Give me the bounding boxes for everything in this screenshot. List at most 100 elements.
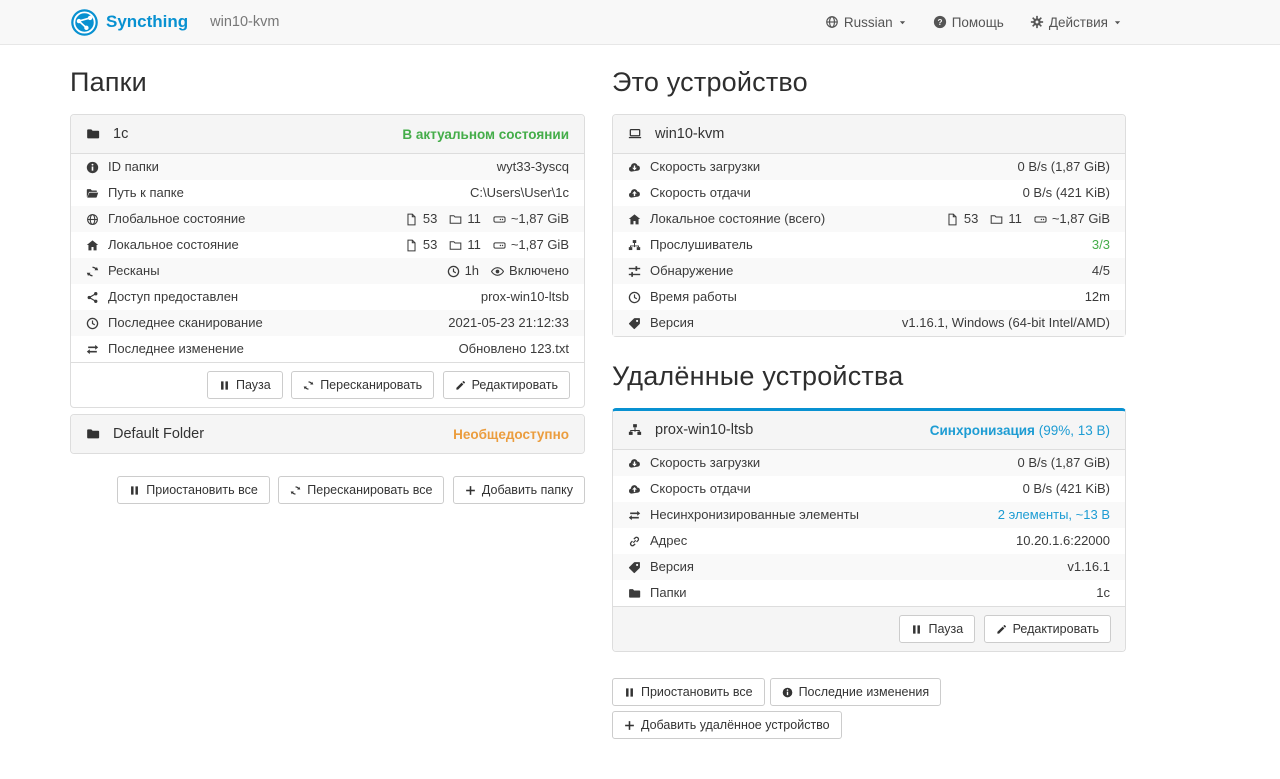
clock-icon (628, 291, 641, 304)
row-label: Адрес (650, 532, 687, 550)
row-value: 0 B/s (421 KiB) (1023, 184, 1110, 202)
pause-icon (129, 485, 140, 496)
clock-icon (86, 317, 99, 330)
edit-device-button[interactable]: Редактировать (984, 615, 1111, 643)
sitemap-icon (628, 423, 642, 437)
row-value: 0 B/s (421 KiB) (1023, 480, 1110, 498)
chevron-down-icon (1113, 18, 1122, 27)
eye-icon (491, 265, 504, 278)
this-device-header[interactable]: win10-kvm (613, 115, 1125, 153)
edit-button[interactable]: Редактировать (443, 371, 570, 399)
pause-button[interactable]: Пауза (207, 371, 283, 399)
globe-icon (86, 213, 99, 226)
device-name: prox-win10-ltsb (655, 422, 753, 438)
info-circle-icon (782, 687, 793, 698)
device-status-badge: Синхронизация (99%, 13 B) (930, 423, 1110, 438)
table-row: Версия v1.16.1, Windows (64-bit Intel/AM… (613, 310, 1125, 336)
row-value: 3/3 (1092, 236, 1110, 254)
remote-device-panel: prox-win10-ltsb Синхронизация (99%, 13 B… (612, 408, 1126, 652)
folders-heading: Папки (70, 67, 585, 98)
row-label: Локальное состояние (всего) (650, 210, 825, 228)
pencil-icon (455, 380, 466, 391)
table-row: Скорость загрузки 0 B/s (1,87 GiB) (613, 154, 1125, 180)
row-label: Скорость отдачи (650, 480, 751, 498)
refresh-icon (303, 380, 314, 391)
row-value: 12m (1085, 288, 1110, 306)
row-label: Последнее изменение (108, 340, 244, 358)
row-label: Путь к папке (108, 184, 184, 202)
recent-changes-button[interactable]: Последние изменения (770, 678, 942, 706)
row-label: Время работы (650, 288, 737, 306)
cloud-download-icon (628, 161, 641, 174)
folder-icon (86, 127, 100, 141)
row-value: C:\Users\User\1c (470, 184, 569, 202)
out-of-sync-items-link[interactable]: 2 элементы, ~13 B (998, 506, 1110, 524)
folder-panel-1c: 1c В актуальном состоянии ID папки wyt33… (70, 114, 585, 408)
globe-icon (825, 15, 839, 29)
hdd-icon (493, 239, 506, 252)
rescan-button[interactable]: Пересканировать (291, 371, 434, 399)
table-row: Папки 1c (613, 580, 1125, 606)
folder-default-header[interactable]: Default Folder Необщедоступно (71, 415, 584, 453)
remote-devices-heading: Удалённые устройства (612, 361, 1126, 392)
pause-all-folders-button[interactable]: Приостановить все (117, 476, 270, 504)
add-remote-device-button[interactable]: Добавить удалённое устройство (612, 711, 842, 739)
help-menu[interactable]: Помощь (933, 15, 1004, 30)
row-value: 53 11 ~1,87 GiB (405, 210, 569, 228)
navbar: Syncthing win10-kvm Russian Помощь Дейст… (0, 0, 1280, 45)
gear-icon (1030, 15, 1044, 29)
row-value: v1.16.1, Windows (64-bit Intel/AMD) (902, 314, 1110, 332)
pause-all-devices-button[interactable]: Приостановить все (612, 678, 765, 706)
folder-open-icon (86, 187, 99, 200)
table-row: Обнаружение 4/5 (613, 258, 1125, 284)
folder-status-badge: В актуальном состоянии (402, 127, 569, 142)
language-menu[interactable]: Russian (825, 15, 907, 30)
row-value: 4/5 (1092, 262, 1110, 280)
pause-icon (911, 624, 922, 635)
folder-1c-header[interactable]: 1c В актуальном состоянии (71, 115, 584, 153)
table-row: Скорость отдачи 0 B/s (421 KiB) (613, 180, 1125, 206)
hdd-icon (493, 213, 506, 226)
tag-icon (628, 561, 641, 574)
folder-status-badge: Необщедоступно (453, 427, 569, 442)
row-label: Скорость загрузки (650, 454, 760, 472)
row-value: 10.20.1.6:22000 (1016, 532, 1110, 550)
syncthing-brand[interactable]: Syncthing (70, 8, 188, 37)
cloud-upload-icon (628, 483, 641, 496)
remote-device-header[interactable]: prox-win10-ltsb Синхронизация (99%, 13 B… (613, 411, 1125, 449)
row-label: Папки (650, 584, 687, 602)
row-label: Скорость отдачи (650, 184, 751, 202)
actions-menu[interactable]: Действия (1030, 15, 1122, 30)
row-value: Обновлено 123.txt (459, 340, 569, 358)
table-row: Время работы 12m (613, 284, 1125, 310)
add-folder-button[interactable]: Добавить папку (453, 476, 585, 504)
table-row: ID папки wyt33-3yscq (71, 154, 584, 180)
table-row: Локальное состояние (всего) 53 11 ~1,87 … (613, 206, 1125, 232)
chevron-down-icon (898, 18, 907, 27)
file-icon (946, 213, 959, 226)
folder-icon (86, 427, 100, 441)
home-icon (628, 213, 641, 226)
exchange-icon (628, 509, 641, 522)
folders-column: Папки 1c В актуальном состоянии ID папки… (70, 67, 585, 739)
this-device-heading: Это устройство (612, 67, 1126, 98)
row-label: ID папки (108, 158, 159, 176)
refresh-icon (86, 265, 99, 278)
sitemap-icon (628, 239, 641, 252)
device-name: win10-kvm (655, 126, 724, 142)
row-value: 53 11 ~1,87 GiB (405, 236, 569, 254)
pause-device-button[interactable]: Пауза (899, 615, 975, 643)
row-value: 2021-05-23 21:12:33 (448, 314, 569, 332)
navbar-device-title: win10-kvm (210, 14, 279, 30)
row-value: 0 B/s (1,87 GiB) (1018, 454, 1110, 472)
rescan-all-button[interactable]: Пересканировать все (278, 476, 444, 504)
tag-icon (628, 317, 641, 330)
remote-device-actions-row: Пауза Редактировать (613, 606, 1125, 651)
row-label: Версия (650, 314, 694, 332)
info-circle-icon (86, 161, 99, 174)
row-label: Версия (650, 558, 694, 576)
table-row: Локальное состояние 53 11 ~1,87 GiB (71, 232, 584, 258)
folder-panel-default: Default Folder Необщедоступно (70, 414, 585, 454)
row-label: Ресканы (108, 262, 160, 280)
table-row: Доступ предоставлен prox-win10-ltsb (71, 284, 584, 310)
